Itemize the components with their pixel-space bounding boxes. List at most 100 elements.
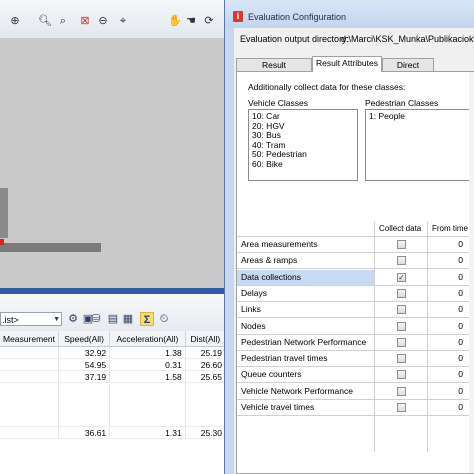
grid-header: Collect data From time T: [237, 222, 474, 237]
evaluation-configuration-dialog: i Evaluation Configuration Evaluation ou…: [224, 0, 474, 474]
pedestrian-classes-list[interactable]: 1: People: [365, 109, 472, 181]
collect-data-checkbox[interactable]: [397, 354, 406, 364]
app-icon: i: [233, 11, 243, 22]
grid-row[interactable]: Vehicle Network Performance 0: [237, 384, 474, 400]
column-header[interactable]: Speed(All): [58, 331, 111, 347]
collect-data-checkbox[interactable]: [397, 305, 406, 315]
grid-row-label: Nodes: [241, 320, 266, 331]
grid-row[interactable]: Nodes 0: [237, 319, 474, 335]
collect-data-checkbox[interactable]: [397, 337, 406, 347]
from-time-cell[interactable]: 0: [423, 270, 463, 285]
output-directory-field[interactable]: d:\Marci\KSK_Munka\Publikaciok\: [341, 34, 474, 44]
list-item[interactable]: 1: People: [369, 111, 468, 122]
list-toolbar: .ist> ▼ ⚙ ▣ ⛁ ▤ ▦ Σ ⏲: [0, 294, 226, 332]
column-header[interactable]: Acceleration(All): [109, 331, 186, 347]
vertical-scrollbar[interactable]: [469, 72, 474, 473]
grid-row-label: Links: [241, 304, 261, 315]
result-list-table: Measurement Speed(All) Acceleration(All)…: [0, 331, 227, 439]
zoom-out-icon[interactable]: ⊖: [96, 14, 110, 28]
grid-row-label: Areas & ramps: [241, 255, 298, 266]
grid-row[interactable]: Areas & ramps 0: [237, 253, 474, 270]
list-item[interactable]: 60: Bike: [252, 159, 354, 170]
export-csv-icon[interactable]: ▦: [121, 312, 135, 326]
sigma-icon[interactable]: Σ: [140, 312, 154, 326]
zoom-selection-icon[interactable]: ⌕: [56, 14, 70, 28]
vehicle-classes-list[interactable]: 10: Car 20: HGV 30: Bus 40: Tram 50: Ped…: [248, 109, 358, 181]
output-directory-label: Evaluation output directory:: [240, 34, 350, 44]
grid-row-label: Pedestrian travel times: [241, 353, 328, 364]
from-time-cell[interactable]: 0: [423, 400, 463, 415]
from-time-cell[interactable]: 0: [423, 384, 463, 399]
result-list-panel: .ist> ▼ ⚙ ▣ ⛁ ▤ ▦ Σ ⏲ Measurement Speed(…: [0, 294, 227, 474]
collect-data-header[interactable]: Collect data: [379, 224, 421, 233]
from-time-cell[interactable]: 0: [423, 351, 463, 366]
from-time-cell[interactable]: 0: [423, 286, 463, 301]
table-row[interactable]: 54.95 0.31 26.60: [0, 358, 227, 371]
grid-row[interactable]: Queue counters 0: [237, 367, 474, 384]
grid-row[interactable]: Data collections ✓ 0: [237, 269, 474, 286]
table-row[interactable]: 37.19 1.58 25.65: [0, 370, 227, 383]
grid-row[interactable]: Area measurements 0: [237, 237, 474, 253]
list-selector[interactable]: .ist> ▼: [0, 312, 62, 326]
grid-row-label: Queue counters: [241, 369, 302, 380]
result-attributes-panel: Additionally collect data for these clas…: [236, 71, 474, 474]
table-row[interactable]: 32.92 1.38 25.19: [0, 346, 227, 359]
tab-direct-output[interactable]: Direct Output: [382, 58, 434, 83]
collect-data-checkbox[interactable]: [397, 321, 406, 331]
zoom-glass-icon[interactable]: 🔍︎: [38, 14, 52, 28]
tab-result-management[interactable]: Result Management: [236, 58, 312, 83]
from-time-cell[interactable]: 0: [423, 237, 463, 252]
collect-data-checkbox[interactable]: [397, 403, 406, 412]
column-header[interactable]: Dist(All): [185, 331, 227, 347]
grid-row[interactable]: Links 0: [237, 302, 474, 319]
grid-row-label: Data collections: [241, 271, 302, 282]
network-link-horizontal[interactable]: [0, 243, 101, 252]
from-time-cell[interactable]: 0: [423, 335, 463, 350]
rotate-icon[interactable]: ⟳: [202, 14, 216, 28]
from-time-cell[interactable]: 0: [423, 367, 463, 382]
zoom-fit-icon[interactable]: ⊠: [78, 14, 92, 28]
table-row[interactable]: 36.61 1.31 25.30: [0, 426, 227, 439]
grid-row[interactable]: Pedestrian travel times 0: [237, 351, 474, 368]
database-icon[interactable]: ⛁: [89, 312, 103, 326]
grid-row-label: Area measurements: [241, 239, 318, 249]
pan-hand-icon[interactable]: ✋: [168, 14, 182, 28]
table-row[interactable]: [0, 382, 227, 427]
collect-data-checkbox[interactable]: [397, 386, 406, 396]
grid-row[interactable]: Vehicle travel times 0: [237, 400, 474, 416]
collect-data-checkbox[interactable]: ✓: [397, 272, 406, 282]
grid-row-label: Vehicle travel times: [241, 402, 315, 412]
collect-data-checkbox[interactable]: [397, 256, 406, 266]
collect-data-checkbox[interactable]: [397, 288, 406, 298]
data-collection-point[interactable]: [0, 239, 4, 245]
pan-hand2-icon[interactable]: ☚: [184, 14, 198, 28]
from-time-cell[interactable]: 0: [423, 302, 463, 317]
list-layout-icon[interactable]: ⚙: [66, 312, 80, 326]
from-time-cell[interactable]: 0: [423, 253, 463, 268]
collect-data-checkbox[interactable]: [397, 370, 406, 380]
grid-row-label: Vehicle Network Performance: [241, 385, 353, 396]
export-icon[interactable]: ▤: [106, 312, 120, 326]
dialog-titlebar[interactable]: i Evaluation Configuration: [225, 0, 474, 28]
pedestrian-classes-label: Pedestrian Classes: [365, 98, 439, 108]
dialog-body: Evaluation output directory: d:\Marci\KS…: [234, 28, 474, 474]
from-time-header[interactable]: From time: [432, 224, 468, 233]
time-icon[interactable]: ⏲: [157, 312, 171, 326]
zoom-in-icon[interactable]: ⊕: [8, 14, 22, 28]
grid-row-label: Pedestrian Network Performance: [241, 336, 367, 347]
map-toolbar: ⊕ 🔍︎ ⌕ ⊠ ⊖ ⌖ ✋ ☚ ⟳: [0, 0, 226, 39]
network-link-vertical[interactable]: [0, 188, 8, 238]
grid-row[interactable]: Pedestrian Network Performance 0: [237, 335, 474, 351]
grid-row-label: Delays: [241, 287, 267, 298]
from-time-cell[interactable]: 0: [423, 319, 463, 334]
checkmark-icon: ✓: [398, 272, 405, 282]
additional-classes-label: Additionally collect data for these clas…: [248, 82, 406, 92]
network-canvas[interactable]: [0, 38, 226, 288]
grid-row[interactable]: Delays 0: [237, 286, 474, 302]
chevron-down-icon[interactable]: ▼: [53, 313, 60, 327]
tab-result-attributes[interactable]: Result Attributes: [312, 56, 382, 72]
column-header[interactable]: Measurement: [0, 331, 59, 347]
vehicle-classes-label: Vehicle Classes: [248, 98, 309, 108]
collect-data-checkbox[interactable]: [397, 240, 406, 249]
zoom-reset-icon[interactable]: ⌖: [116, 14, 130, 28]
